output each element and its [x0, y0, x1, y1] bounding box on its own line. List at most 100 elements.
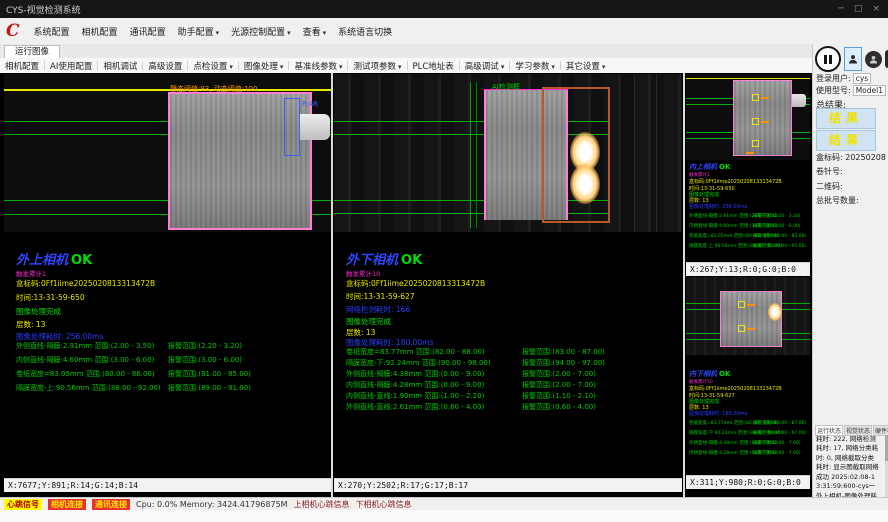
annotation-box [752, 140, 759, 147]
app-logo-icon: C [6, 23, 20, 40]
alarm-range-text: 报警范围:(1.10 - 2.10) [522, 391, 596, 401]
login-user-label: 登录用户: [816, 74, 851, 83]
status-ok: OK [719, 163, 730, 171]
measurement-row: 隔膜宽度-上:90.56mm 范围:(88.00 - 92.00) 报警范围:(8… [16, 383, 331, 393]
toolbar-baseline-params[interactable]: 基准线参数 [289, 60, 347, 72]
background-edge [656, 74, 657, 232]
alarm-range-text: 报警范围:(89.00 - 91.00) [753, 243, 806, 249]
baseline-yellow-line [4, 89, 331, 91]
status-ok: OK [401, 253, 422, 268]
alarm-range-text: 报警范围:(2.00 - 7.00) [522, 369, 596, 379]
result-text-inner-upper: 内上相机OK 触发累计1 盒标码:0Ff1iime202502081331347… [686, 160, 810, 262]
background-edge [634, 74, 635, 232]
camera-view-inner-lower[interactable] [686, 277, 810, 355]
qr-code-label: 二维码: [816, 181, 843, 192]
tab-run-image[interactable]: 运行图像 [4, 45, 60, 59]
baseline-yellow-line [686, 78, 810, 79]
pane-inner-lower-camera: 内下相机OK 触发累计10 盒标码:0Ff1iime20250208133134… [686, 277, 810, 489]
menu-item-light-control[interactable]: 光源控制配置 [225, 22, 297, 41]
alarm-range-text: 报警范围:(2.20 - 3.20) [753, 213, 801, 219]
menu-item-camera-config[interactable]: 相机配置 [76, 22, 124, 41]
annotation-label [761, 121, 769, 123]
alarm-range-text: 报警范围:(94.00 - 97.00) [753, 430, 806, 436]
cpu-memory-readout: Cpu: 0.0% Memory: 3424.41796875M [136, 500, 288, 509]
annotation-label [747, 304, 755, 306]
menu-item-comm-config[interactable]: 通讯配置 [124, 22, 172, 41]
measurement-row: 内侧直线-隔膜:4.60mm 范围:(3.00 - 6.00)报警范围:(3.0… [16, 355, 331, 365]
measurement-row: 外侧直线-直线:2.61mm 范围:(0.60 - 4.00) 报警范围:(0.6… [346, 402, 666, 412]
measurement-text: 隔膜宽度-上:90.56mm 范围:(88.00 - 92.00) [16, 384, 161, 392]
result-box-lower: 结果 [816, 130, 876, 151]
measurement-row: 卷纸宽度=83.05mm 范围:(80.00 - 86.00)报警范围:(81.… [689, 233, 809, 239]
pane-outer-upper-camera: 静态阈值:93, 动态阈值:100 R:46 外上相机OK 触发累计1 盒标码:… [4, 74, 331, 492]
model-field[interactable]: Model1 [853, 85, 886, 96]
toolbar-ai-usage-config[interactable]: AI使用配置 [45, 60, 97, 72]
camera-view-outer-upper[interactable]: 静态阈值:93, 动态阈值:100 R:46 [4, 74, 331, 232]
upper-camera-heartbeat-link[interactable]: 上相机心跳信息 [294, 499, 350, 510]
result-text-outer-upper: 外上相机OK 触发累计1 盒标码:0Ff1iime202502081331347… [4, 232, 331, 478]
pause-button[interactable] [815, 46, 841, 72]
toolbar-advanced-debug[interactable]: 高级调试 [460, 60, 510, 72]
minimize-icon[interactable]: ─ [839, 4, 844, 14]
close-icon[interactable]: × [872, 4, 880, 14]
measurement-row: 内侧直线-隔膜:4.28mm 范围:(0.00 - 9.00)报警范围:(2.0… [689, 450, 809, 456]
annotation-box [752, 118, 759, 125]
measurement-row: 隔膜宽度-上:90.56mm 范围:(88.00 - 92.00)报警范围:(8… [689, 243, 809, 249]
camera-view-inner-upper[interactable] [686, 74, 810, 160]
menu-item-language-switch[interactable]: 系统语言切换 [332, 22, 398, 41]
toolbar-test-item-params[interactable]: 测试项参数 [348, 60, 406, 72]
toolbar-image-processing[interactable]: 图像处理 [239, 60, 289, 72]
alarm-range-text: 报警范围:(2.00 - 7.00) [522, 380, 596, 390]
toolbar-other-settings[interactable]: 其它设置 [561, 60, 611, 72]
alarm-range-text: 报警范围:(0.60 - 4.00) [522, 402, 596, 412]
toolbar-learning-params[interactable]: 学习参数 [510, 60, 560, 72]
lower-camera-heartbeat-link[interactable]: 下相机心跳信息 [356, 499, 412, 510]
measurement-text: 内侧直线-隔膜:4.28mm 范围:(0.00 - 9.00) [346, 381, 484, 389]
alarm-range-text: 报警范围:(3.00 - 6.00) [753, 223, 801, 229]
measurement-row: 隔膜宽度-下:92.24mm 范围:(90.00 - 98.00)报警范围:(9… [346, 358, 666, 368]
annotation-box [738, 301, 745, 308]
toolbar-plc-address-table[interactable]: PLC地址表 [408, 60, 459, 72]
result-box-upper: 结果 [816, 108, 876, 129]
alarm-range-text: 报警范围:(89.00 - 91.00) [168, 383, 251, 393]
alarm-range-text: 报警范围:(83.00 - 87.00) [522, 347, 605, 357]
measurement-row: 外侧直线-隔膜:2.91mm 范围:(2.00 - 3.50)报警范围:(2.2… [16, 341, 331, 351]
pixel-coords-readout: X:267;Y:13;R:0;G:0;B:0 [686, 262, 810, 276]
camera-title: 外下相机 [346, 253, 398, 268]
main-area: 静态阈值:93, 动态阈值:100 R:46 外上相机OK 触发累计1 盒标码:… [0, 73, 812, 497]
comm-link-badge: 通讯连接 [92, 499, 130, 510]
toolbar-advanced-settings[interactable]: 高级设置 [143, 60, 187, 72]
camera-view-outer-lower[interactable]: AI检测框 [334, 74, 682, 232]
roi-rectangle-blue [284, 98, 300, 156]
window-title: CYS-视觉检测系统 [6, 3, 81, 16]
login-user-field[interactable]: cys [853, 73, 871, 84]
box-barcode-value: 20250208 [845, 153, 886, 162]
measurement-row: 隔膜宽度-下:92.24mm 范围:(90.00 - 98.00)报警范围:(9… [689, 430, 809, 436]
status-ok: OK [71, 253, 92, 268]
roi-overlay-label: R:46 [302, 100, 318, 108]
maximize-icon[interactable]: □ [854, 4, 863, 14]
toolbar-camera-config[interactable]: 相机配置 [0, 60, 44, 72]
heartbeat-badge: 心跳信号 [4, 499, 42, 510]
user-button[interactable] [844, 47, 862, 71]
measurement-row: 内侧直线-直线:1.90mm 范围:(1.00 - 2.20)报警范围:(1.1… [346, 391, 666, 401]
toolbar-camera-debug[interactable]: 相机调试 [98, 60, 142, 72]
threshold-overlay-label: 静态阈值:93, 动态阈值:100 [170, 84, 257, 94]
menu-item-assistant-config[interactable]: 助手配置 [172, 22, 226, 41]
box-barcode-label: 盒标码: [816, 153, 843, 162]
measure-vline [476, 82, 477, 228]
toolbar-spot-check[interactable]: 点检设置 [188, 60, 238, 72]
admin-button[interactable] [865, 51, 882, 68]
alarm-range-text: 报警范围:(2.20 - 3.20) [168, 341, 242, 351]
menu-item-system-config[interactable]: 系统配置 [28, 22, 76, 41]
process-done-line: 图像处理完成 [16, 306, 61, 317]
annotation-box [752, 94, 759, 101]
measurement-text: 外侧直线-直线:2.61mm 范围:(0.60 - 4.00) [346, 403, 484, 411]
measurement-text: 卷纸宽度=83.05mm 范围:(80.00 - 86.00) [16, 370, 155, 378]
camera-link-badge: 相机连接 [48, 499, 86, 510]
measurement-row: 卷纸宽度=83.77mm 范围:(82.00 - 88.00)报警范围:(83.… [689, 420, 809, 426]
menu-item-view[interactable]: 查看 [297, 22, 333, 41]
pixel-coords-readout: X:311;Y:980;R:0;G:0;B:0 [686, 475, 810, 489]
barcode-line: 盒标码:0Ff1iime2025020813313472B [689, 385, 782, 392]
bright-feature [570, 164, 600, 204]
